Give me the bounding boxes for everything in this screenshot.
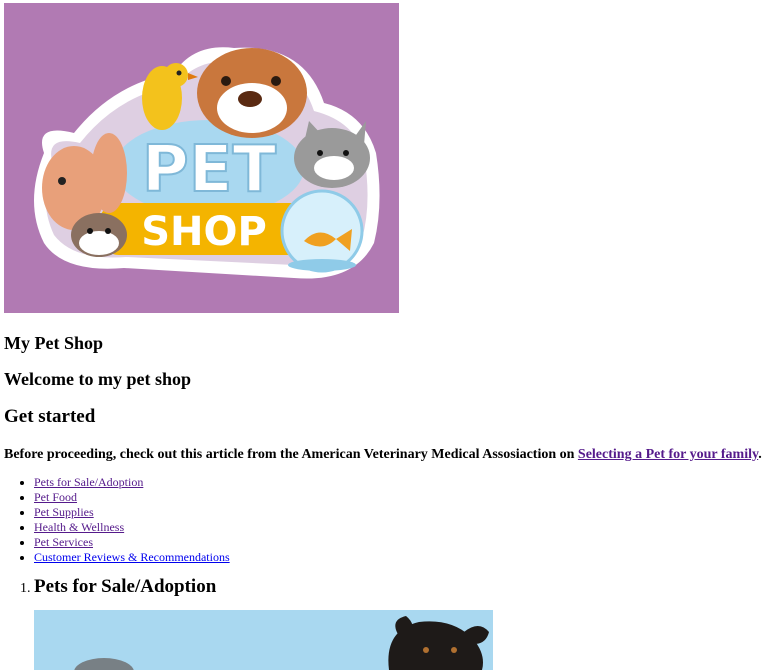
menu-link-pet-food[interactable]: Pet Food — [34, 490, 77, 504]
site-title: My Pet Shop — [4, 333, 103, 353]
logo-pet-text: PET — [142, 133, 277, 207]
menu-item: Pet Supplies — [34, 505, 772, 520]
section-item: Pets for Sale/Adoption — [34, 575, 772, 670]
menu-item: Pets for Sale/Adoption — [34, 475, 772, 490]
menu-link-health-wellness[interactable]: Health & Wellness — [34, 520, 124, 534]
pet-shop-logo: PET SHOP — [4, 3, 399, 313]
menu-item: Pet Food — [34, 490, 772, 505]
menu-item: Pet Services — [34, 535, 772, 550]
selecting-pet-article-link[interactable]: Selecting a Pet for your family — [578, 447, 758, 462]
intro-suffix: . — [758, 447, 762, 462]
pet-shop-logo-illustration: PET SHOP — [4, 3, 399, 313]
intro-text: Before proceeding, check out this articl… — [4, 447, 578, 462]
menu-item: Health & Wellness — [34, 520, 772, 535]
menu-link-pets-for-sale[interactable]: Pets for Sale/Adoption — [34, 475, 143, 489]
intro-paragraph: Before proceeding, check out this articl… — [4, 446, 772, 464]
menu-link-pet-services[interactable]: Pet Services — [34, 535, 93, 549]
pets-for-sale-photo — [34, 610, 493, 670]
sections-list: Pets for Sale/Adoption — [4, 575, 772, 670]
logo-shop-text: SHOP — [141, 209, 267, 255]
section-title-pets-for-sale: Pets for Sale/Adoption — [34, 576, 217, 597]
menu-link-pet-supplies[interactable]: Pet Supplies — [34, 505, 94, 519]
welcome-heading: Welcome to my pet shop — [4, 369, 191, 389]
menu-item: Customer Reviews & Recommendations — [34, 550, 772, 565]
menu-link-customer-reviews[interactable]: Customer Reviews & Recommendations — [34, 550, 230, 564]
dog-photo-illustration — [34, 610, 493, 670]
get-started-heading: Get started — [4, 406, 96, 427]
section-menu: Pets for Sale/Adoption Pet Food Pet Supp… — [4, 475, 772, 565]
